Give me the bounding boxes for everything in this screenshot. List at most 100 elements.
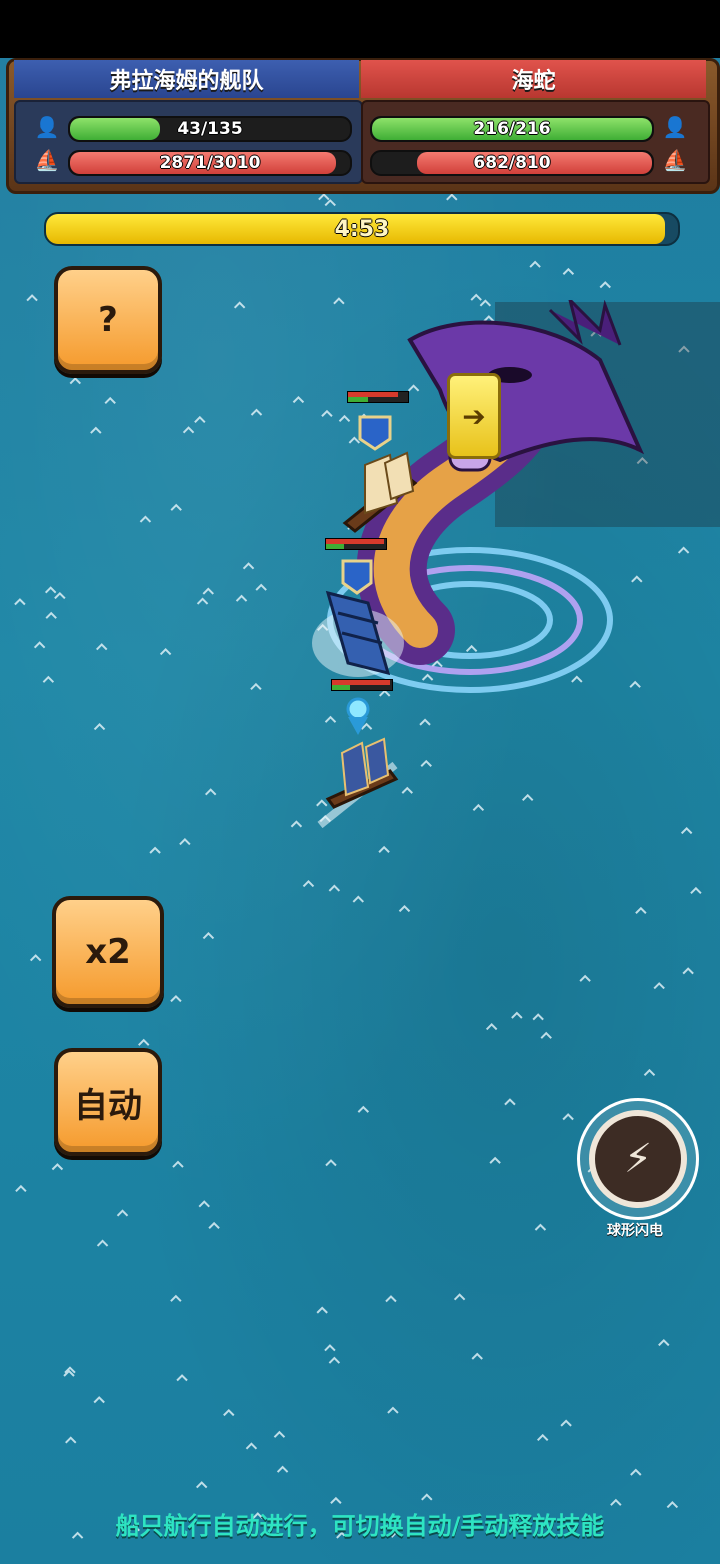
status-bar bbox=[0, 0, 720, 58]
wave-mark bbox=[635, 906, 647, 914]
skill-button[interactable]: ⚡ bbox=[577, 1098, 699, 1220]
wave-mark bbox=[419, 718, 431, 726]
battle-timer-bar: 4:53 bbox=[44, 212, 680, 246]
speed-label: x2 bbox=[85, 932, 131, 972]
ship-icon: ⛵ bbox=[662, 148, 688, 172]
wave-mark bbox=[534, 1223, 547, 1231]
wave-mark bbox=[29, 954, 42, 962]
wave-mark bbox=[172, 1160, 184, 1168]
wave-mark bbox=[378, 845, 390, 853]
wave-mark bbox=[562, 1113, 574, 1121]
wave-mark bbox=[195, 1481, 208, 1489]
wave-mark bbox=[235, 594, 248, 602]
arrow-right-icon[interactable]: ➔ bbox=[447, 373, 501, 459]
crew-icon: 👤 bbox=[662, 115, 688, 139]
scout-ship[interactable] bbox=[300, 695, 410, 835]
wave-mark bbox=[504, 1098, 516, 1106]
wave-mark bbox=[45, 611, 57, 619]
wave-mark bbox=[352, 895, 364, 903]
wave-mark bbox=[471, 1352, 483, 1360]
wave-mark bbox=[202, 931, 215, 940]
wave-mark bbox=[472, 803, 485, 811]
help-button[interactable]: ? bbox=[54, 266, 162, 374]
ship-icon: ⛵ bbox=[34, 148, 60, 172]
wave-mark bbox=[325, 1159, 337, 1167]
wave-mark bbox=[677, 546, 690, 554]
wave-mark bbox=[96, 643, 108, 651]
flagship[interactable] bbox=[335, 405, 425, 535]
wave-mark bbox=[44, 586, 57, 594]
wave-mark bbox=[682, 967, 694, 975]
wave-mark bbox=[328, 884, 341, 892]
wave-mark bbox=[324, 1344, 336, 1352]
wave-mark bbox=[26, 294, 38, 302]
ship-hp-bar bbox=[331, 679, 393, 691]
wave-mark bbox=[33, 641, 46, 649]
wave-mark bbox=[233, 301, 246, 309]
wave-mark bbox=[96, 1239, 109, 1247]
wave-mark bbox=[599, 281, 611, 289]
wave-mark bbox=[104, 396, 116, 405]
wave-mark bbox=[511, 1011, 523, 1019]
wave-mark bbox=[453, 1293, 466, 1301]
wave-mark bbox=[54, 591, 66, 600]
wave-mark bbox=[489, 1156, 501, 1164]
wave-mark bbox=[387, 1406, 399, 1414]
warship[interactable] bbox=[308, 553, 408, 683]
wave-mark bbox=[90, 426, 102, 434]
wave-mark bbox=[245, 1442, 258, 1450]
wave-mark bbox=[176, 1374, 188, 1382]
wave-mark bbox=[93, 1396, 105, 1404]
wave-mark bbox=[42, 675, 55, 683]
ship-hp-bar bbox=[347, 391, 409, 403]
wave-mark bbox=[250, 408, 263, 416]
wave-mark bbox=[690, 886, 702, 895]
wave-mark bbox=[139, 515, 152, 523]
wave-mark bbox=[170, 994, 182, 1003]
wave-mark bbox=[398, 904, 411, 913]
left-ship-bar: 2871/3010 bbox=[68, 150, 352, 176]
wave-mark bbox=[536, 1433, 549, 1442]
wave-mark bbox=[208, 1221, 220, 1229]
right-ship-value: 682/810 bbox=[473, 153, 551, 173]
hint-caption: 船只航行自动进行，可切换自动/手动释放技能 bbox=[115, 1512, 605, 1540]
crew-icon: 👤 bbox=[34, 115, 60, 139]
left-crew-bar: 43/135 bbox=[68, 116, 352, 142]
wave-mark bbox=[318, 193, 330, 201]
wave-mark bbox=[328, 1356, 341, 1364]
wave-mark bbox=[170, 1294, 182, 1302]
wave-mark bbox=[420, 759, 432, 767]
left-crew-value: 43/135 bbox=[177, 119, 243, 139]
wave-mark bbox=[610, 1498, 622, 1506]
wave-mark bbox=[658, 1338, 670, 1347]
wave-mark bbox=[202, 587, 214, 595]
wave-mark bbox=[93, 723, 106, 731]
wave-mark bbox=[446, 193, 458, 201]
wave-mark bbox=[194, 415, 206, 424]
wave-mark bbox=[149, 846, 161, 854]
wave-mark bbox=[159, 648, 172, 656]
wave-mark bbox=[680, 826, 693, 835]
speed-button[interactable]: x2 bbox=[52, 896, 164, 1008]
wave-mark bbox=[223, 1408, 235, 1417]
wave-mark bbox=[198, 1200, 210, 1208]
wave-mark bbox=[204, 788, 217, 796]
wave-mark bbox=[532, 1013, 544, 1021]
wave-mark bbox=[15, 1184, 27, 1193]
wave-mark bbox=[562, 267, 575, 275]
auto-label: 自动 bbox=[74, 1085, 142, 1126]
help-label: ? bbox=[98, 300, 118, 340]
wave-mark bbox=[485, 1022, 498, 1031]
wave-mark bbox=[560, 1419, 572, 1427]
lightning-orb-icon: ⚡ bbox=[589, 1110, 687, 1208]
wave-mark bbox=[330, 1496, 342, 1504]
wave-mark bbox=[116, 1209, 129, 1217]
auto-button[interactable]: 自动 bbox=[54, 1048, 162, 1156]
wave-mark bbox=[276, 1465, 289, 1473]
skill-label: 球形闪电 bbox=[607, 1223, 663, 1239]
wave-mark bbox=[540, 1031, 552, 1039]
wave-mark bbox=[255, 583, 267, 591]
wave-mark bbox=[182, 426, 195, 434]
right-crew-bar: 216/216 bbox=[370, 116, 654, 142]
left-team-name: 弗拉海姆的舰队 bbox=[14, 60, 359, 98]
